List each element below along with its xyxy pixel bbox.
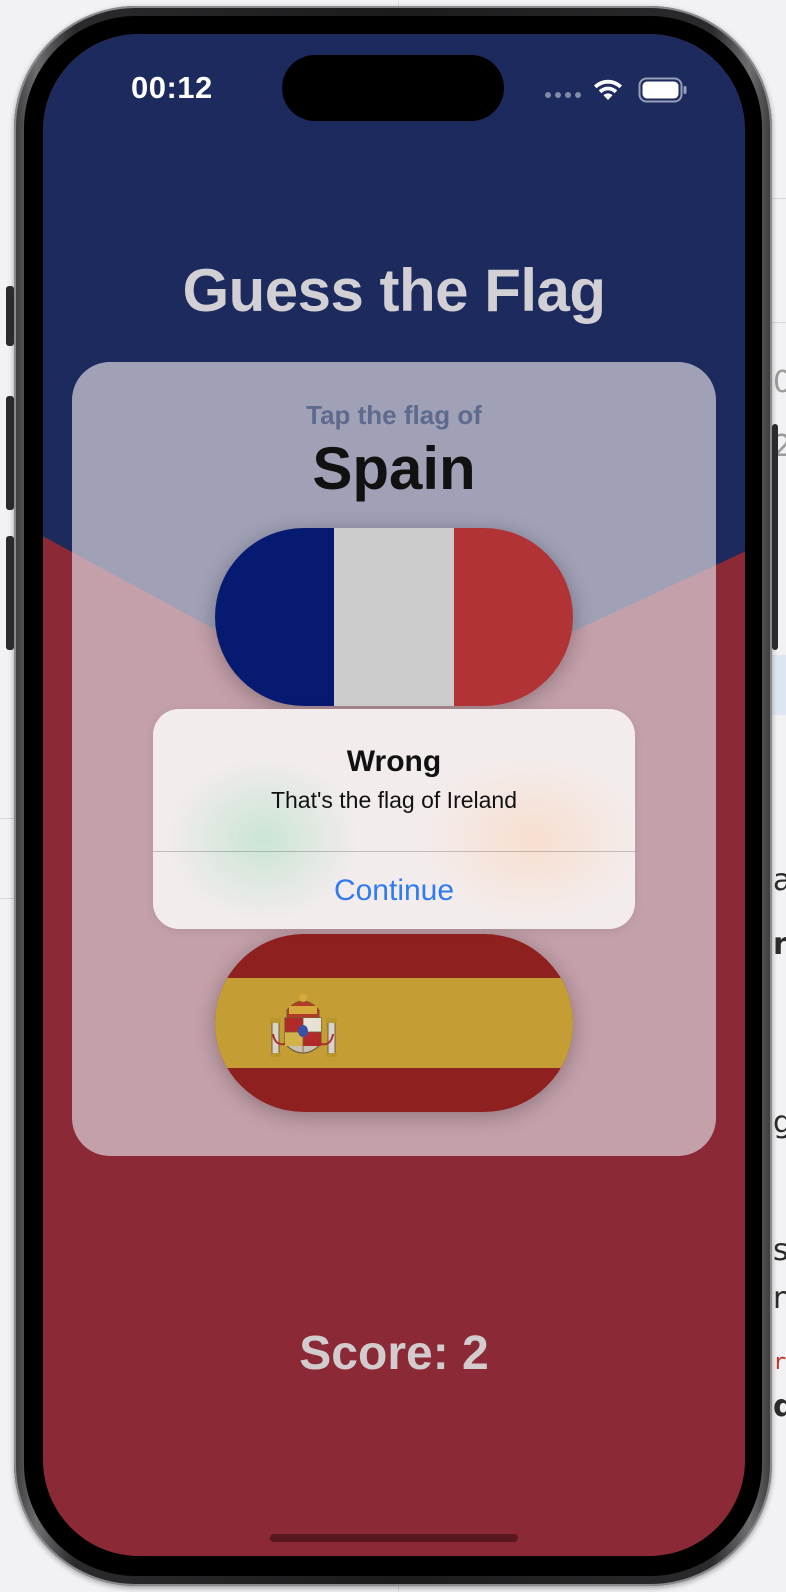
partial-text: r [773, 1350, 786, 1375]
action-button [6, 286, 14, 346]
status-time: 00:12 [131, 70, 213, 105]
continue-button[interactable]: Continue [153, 852, 635, 929]
dynamic-island [282, 55, 504, 121]
prompt-label: Tap the flag of [306, 400, 482, 430]
alert-message: That's the flag of Ireland [270, 787, 518, 813]
volume-down-button [6, 536, 14, 650]
partial-text: n [773, 1281, 786, 1316]
alert-title: Wrong [346, 745, 442, 778]
partial-text: n [773, 927, 786, 962]
volume-up-button [6, 396, 14, 510]
flag-button-spain[interactable] [215, 934, 573, 1112]
page-title: Guess the Flag [182, 257, 606, 324]
flag-stripe [334, 528, 454, 706]
flag-stripe [215, 528, 335, 706]
score-label: Score: 2 [299, 1327, 489, 1380]
flag-button-france[interactable] [215, 528, 573, 706]
partial-text: a [773, 863, 786, 898]
home-indicator[interactable] [270, 1534, 518, 1542]
battery-icon [638, 77, 688, 103]
partial-text: d [773, 1389, 786, 1424]
side-button [772, 424, 778, 650]
partial-text: s [773, 1233, 786, 1268]
spain-flag-image [215, 934, 573, 1112]
target-country: Spain [312, 435, 476, 502]
flag-stripe [453, 528, 573, 706]
partial-text: 0 [773, 365, 786, 400]
partial-text: g [773, 1105, 786, 1140]
app-screen: 00:12 Guess the Flag Tap the flag of Spa… [43, 34, 745, 1556]
cellular-signal-icon [545, 92, 581, 100]
wifi-icon [591, 76, 625, 102]
alert-dialog: Wrong That's the flag of Ireland Continu… [153, 709, 635, 929]
